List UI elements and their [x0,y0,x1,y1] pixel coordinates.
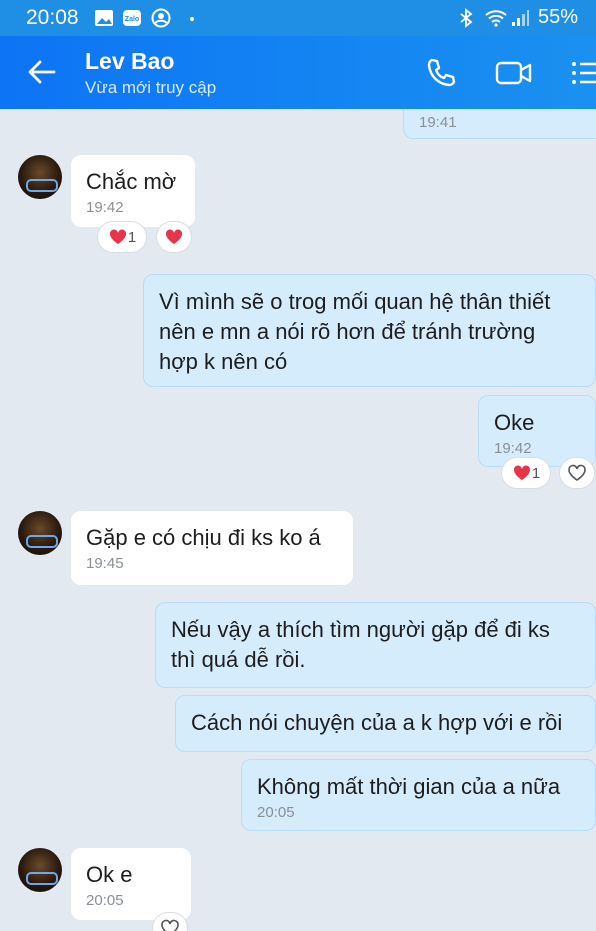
heart-outline-icon [161,919,179,931]
zalo-notification-icon: Zalo [123,10,141,26]
message-text: Không mất thời gian của a nữa [257,774,561,799]
heart-icon [165,229,183,244]
heart-icon [513,465,530,480]
status-bar: 20:08 Zalo 55% [0,0,596,36]
heart-icon [109,229,126,244]
contact-avatar[interactable] [18,511,62,555]
message-time: 19:45 [86,555,124,572]
bluetooth-icon [460,8,473,28]
message-time: 19:42 [494,440,532,457]
svg-text:Zalo: Zalo [125,16,139,23]
message-text: Ok e [86,862,133,887]
message-time: 19:41 [419,114,457,131]
contact-avatar[interactable] [18,155,62,199]
signal-icon [512,10,529,26]
gallery-icon [95,10,113,26]
video-call-icon[interactable] [494,56,534,90]
react-button[interactable] [560,458,594,488]
message-text: Gặp e có chịu đi ks ko á [86,525,321,550]
contact-avatar[interactable] [18,848,62,892]
reaction-count: 1 [531,464,541,482]
reaction-summary[interactable]: 1 [502,458,550,488]
message-bubble-incoming[interactable]: Gặp e có chịu đi ks ko á 19:45 [71,511,353,585]
reaction-count: 1 [127,228,137,246]
dot-icon [190,17,194,21]
heart-outline-icon [568,464,586,481]
message-bubble-incoming[interactable]: Ok e 20:05 [71,848,191,920]
react-button[interactable] [157,222,191,252]
battery-percentage: 55% [537,6,578,28]
message-bubble-outgoing[interactable]: Oke 19:42 [478,395,596,467]
account-icon [151,8,171,28]
wifi-icon [485,10,507,27]
message-text: Oke [494,410,535,435]
contact-name[interactable]: Lev Bao [85,48,174,75]
reaction-summary[interactable]: 1 [98,222,146,252]
message-bubble-outgoing[interactable]: 19:41 [403,109,596,139]
back-arrow-icon[interactable] [26,56,58,88]
message-text: Vì mình sẽ o trog mối quan hệ thân thiết… [159,289,551,374]
message-time: 19:42 [86,199,124,216]
message-bubble-outgoing[interactable]: Không mất thời gian của a nữa 20:05 [241,759,596,831]
message-list[interactable]: 19:41 Chắc mờ 19:42 1 Vì mình sẽ o trog … [0,109,596,931]
chat-header: Lev Bao Vừa mới truy cập [0,36,596,109]
message-text: Nếu vậy a thích tìm người gặp để đi ks t… [171,617,550,672]
message-text: Cách nói chuyện của a k hợp với e rồi [191,710,563,735]
message-time: 20:05 [257,804,295,821]
message-bubble-outgoing[interactable]: Cách nói chuyện của a k hợp với e rồi [175,695,596,752]
message-time: 20:05 [86,892,124,909]
phone-call-icon[interactable] [424,56,458,90]
menu-list-icon[interactable] [568,56,596,90]
message-text: Chắc mờ [86,169,177,194]
status-time: 20:08 [26,6,79,29]
message-bubble-outgoing[interactable]: Nếu vậy a thích tìm người gặp để đi ks t… [155,602,596,688]
message-bubble-outgoing[interactable]: Vì mình sẽ o trog mối quan hệ thân thiết… [143,274,596,387]
message-bubble-incoming[interactable]: Chắc mờ 19:42 [71,155,195,227]
contact-status: Vừa mới truy cập [85,78,217,97]
